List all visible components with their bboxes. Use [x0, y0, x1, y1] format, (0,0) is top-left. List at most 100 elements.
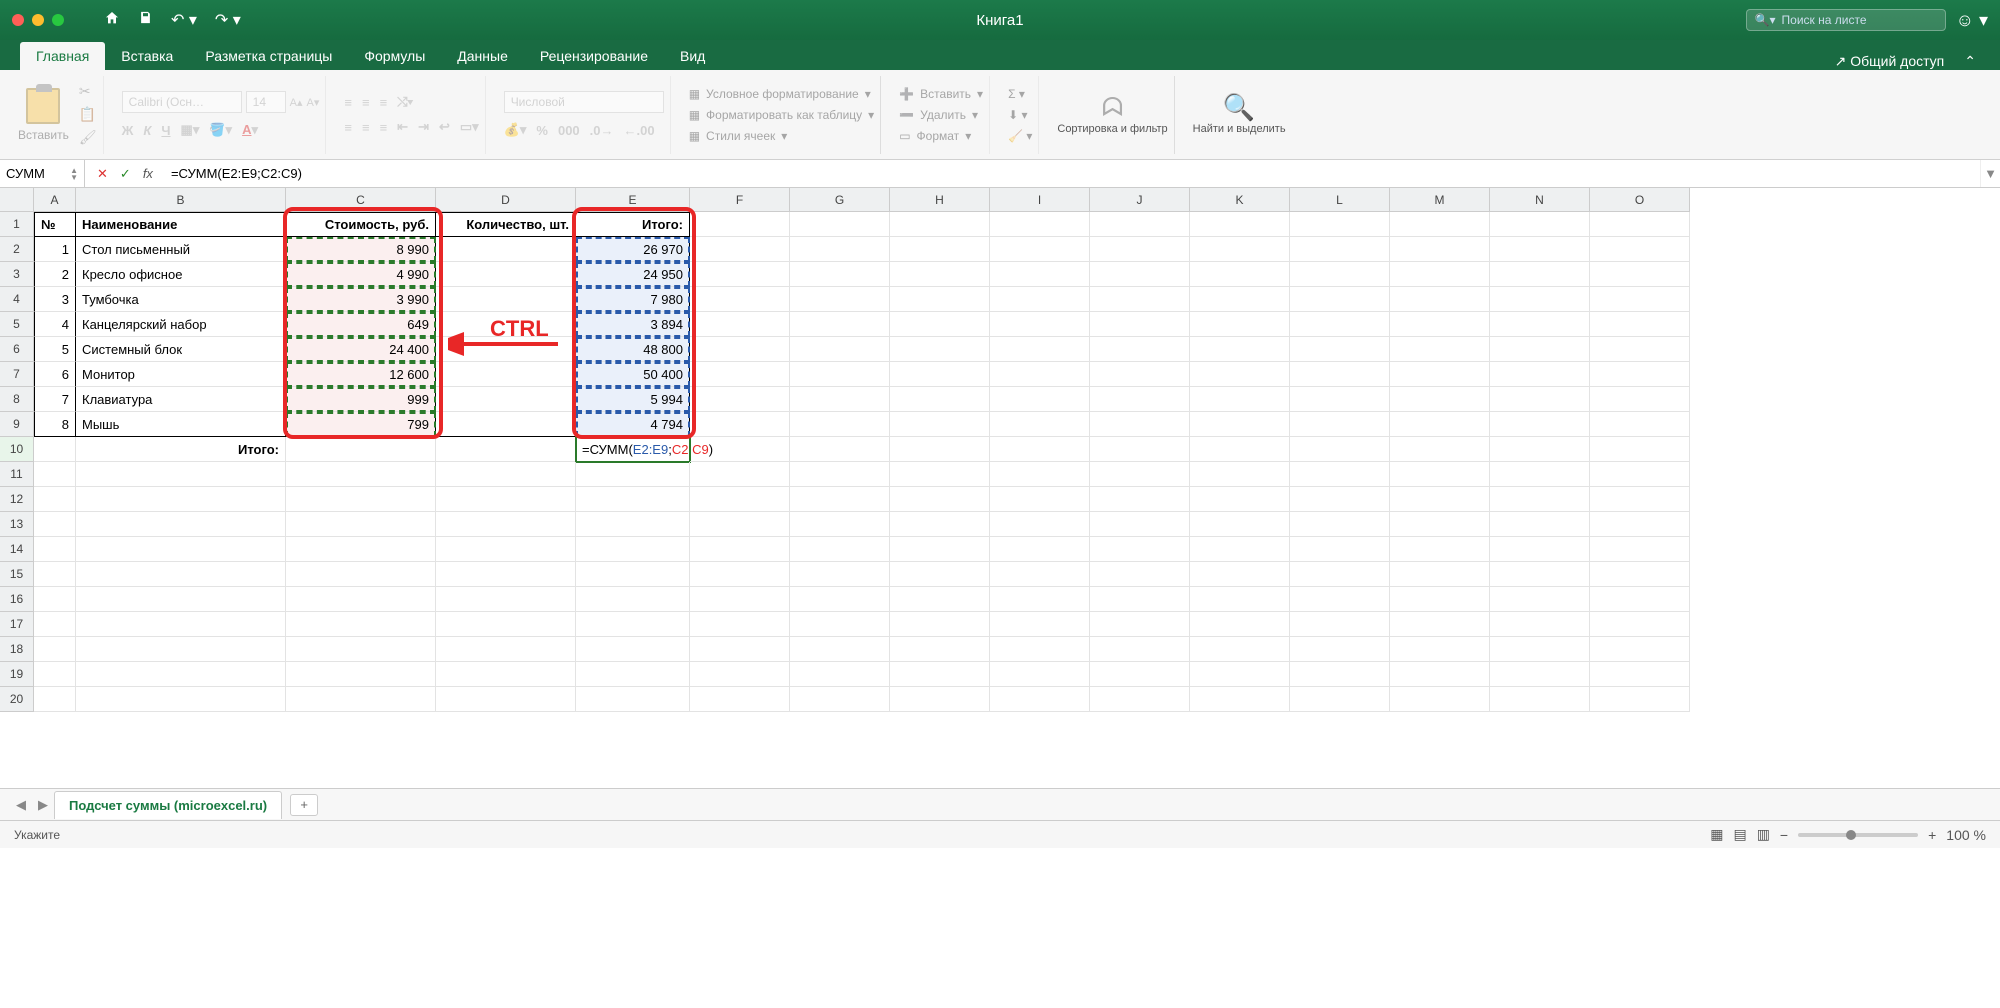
add-sheet-button[interactable]: +	[290, 794, 318, 816]
cell[interactable]	[1490, 212, 1590, 237]
cell[interactable]	[286, 687, 436, 712]
cell[interactable]: 7	[34, 387, 76, 412]
font-color-icon[interactable]: A▾	[242, 122, 258, 138]
cell[interactable]	[990, 437, 1090, 462]
cell[interactable]	[790, 262, 890, 287]
cell[interactable]	[1490, 687, 1590, 712]
cell[interactable]	[1490, 262, 1590, 287]
italic-button[interactable]: К	[143, 123, 151, 138]
currency-icon[interactable]: 💰▾	[504, 122, 527, 138]
cell[interactable]	[1190, 587, 1290, 612]
font-size-select[interactable]: 14	[246, 91, 286, 113]
cell[interactable]	[1190, 237, 1290, 262]
cell[interactable]: 8	[34, 412, 76, 437]
cell[interactable]	[436, 362, 576, 387]
cell[interactable]	[790, 437, 890, 462]
cell[interactable]	[1090, 212, 1190, 237]
cell[interactable]	[1090, 237, 1190, 262]
cell[interactable]: 3 894	[576, 312, 690, 337]
cell[interactable]	[690, 312, 790, 337]
cell[interactable]	[1590, 637, 1690, 662]
conditional-formatting-button[interactable]: ▦ Условное форматирование ▾	[689, 85, 871, 103]
cell[interactable]	[1590, 287, 1690, 312]
cell[interactable]	[690, 437, 790, 462]
cell[interactable]	[1290, 237, 1390, 262]
cell[interactable]	[1590, 312, 1690, 337]
cell[interactable]	[1390, 662, 1490, 687]
cell[interactable]: 649	[286, 312, 436, 337]
sheet-tab[interactable]: Подсчет суммы (microexcel.ru)	[54, 791, 282, 819]
cell[interactable]	[1390, 437, 1490, 462]
cell[interactable]: 24 400	[286, 337, 436, 362]
sheet-nav-prev-icon[interactable]: ◀	[10, 797, 32, 813]
cell[interactable]	[1290, 687, 1390, 712]
cell[interactable]: Стоимость, руб.	[286, 212, 436, 237]
cell[interactable]	[1090, 362, 1190, 387]
cell[interactable]	[1290, 412, 1390, 437]
cell[interactable]: Монитор	[76, 362, 286, 387]
cell[interactable]	[1490, 287, 1590, 312]
cell[interactable]	[1390, 562, 1490, 587]
cell[interactable]	[76, 587, 286, 612]
cell[interactable]: Стол письменный	[76, 237, 286, 262]
col-header-I[interactable]: I	[990, 188, 1090, 212]
cell[interactable]: Кресло офисное	[76, 262, 286, 287]
cell[interactable]	[1590, 487, 1690, 512]
cell[interactable]	[990, 462, 1090, 487]
cell[interactable]	[990, 612, 1090, 637]
cell[interactable]	[890, 237, 990, 262]
row-header-13[interactable]: 13	[0, 512, 34, 537]
cell[interactable]	[1290, 287, 1390, 312]
cell[interactable]: 48 800	[576, 337, 690, 362]
tab-home[interactable]: Главная	[20, 42, 105, 70]
cell[interactable]	[1390, 587, 1490, 612]
cell[interactable]	[436, 512, 576, 537]
cell[interactable]	[34, 637, 76, 662]
cell[interactable]	[790, 387, 890, 412]
cell[interactable]	[1090, 587, 1190, 612]
cell[interactable]	[1290, 537, 1390, 562]
format-painter-icon[interactable]: 🖌	[79, 129, 97, 146]
cell[interactable]	[790, 212, 890, 237]
dec-decimal-icon[interactable]: ←.00	[624, 123, 655, 138]
cell[interactable]: Итого:	[576, 212, 690, 237]
select-all-corner[interactable]	[0, 188, 34, 212]
formula-expand-icon[interactable]: ▼	[1980, 160, 2000, 187]
cell[interactable]	[690, 637, 790, 662]
maximize-window-button[interactable]	[52, 14, 64, 26]
cell[interactable]: 1	[34, 237, 76, 262]
cell[interactable]	[576, 637, 690, 662]
cell[interactable]	[790, 637, 890, 662]
cell[interactable]	[1490, 662, 1590, 687]
cell[interactable]	[1090, 612, 1190, 637]
decrease-font-icon[interactable]: A▾	[307, 96, 320, 109]
col-header-E[interactable]: E	[576, 188, 690, 212]
cell[interactable]	[1590, 612, 1690, 637]
cell[interactable]	[34, 587, 76, 612]
cell[interactable]	[990, 387, 1090, 412]
cell[interactable]	[1090, 562, 1190, 587]
cell[interactable]	[1490, 337, 1590, 362]
row-header-2[interactable]: 2	[0, 237, 34, 262]
cell[interactable]	[1490, 387, 1590, 412]
cell[interactable]	[1190, 387, 1290, 412]
cell[interactable]	[1590, 462, 1690, 487]
row-header-19[interactable]: 19	[0, 662, 34, 687]
active-cell-formula[interactable]: =СУММ(E2:E9;C2:C9)	[576, 437, 690, 462]
cell[interactable]	[1090, 312, 1190, 337]
cell[interactable]: 4	[34, 312, 76, 337]
col-header-G[interactable]: G	[790, 188, 890, 212]
cell[interactable]	[34, 612, 76, 637]
cell[interactable]	[1490, 462, 1590, 487]
row-header-12[interactable]: 12	[0, 487, 34, 512]
cell[interactable]	[1190, 487, 1290, 512]
cell[interactable]	[790, 287, 890, 312]
row-header-14[interactable]: 14	[0, 537, 34, 562]
cell[interactable]	[436, 462, 576, 487]
cell[interactable]	[990, 262, 1090, 287]
cell[interactable]	[76, 562, 286, 587]
cell[interactable]	[1290, 462, 1390, 487]
align-top-icon[interactable]: ≡	[344, 95, 352, 110]
cell[interactable]	[890, 662, 990, 687]
sort-filter-icon[interactable]: ᗣ	[1102, 94, 1124, 120]
